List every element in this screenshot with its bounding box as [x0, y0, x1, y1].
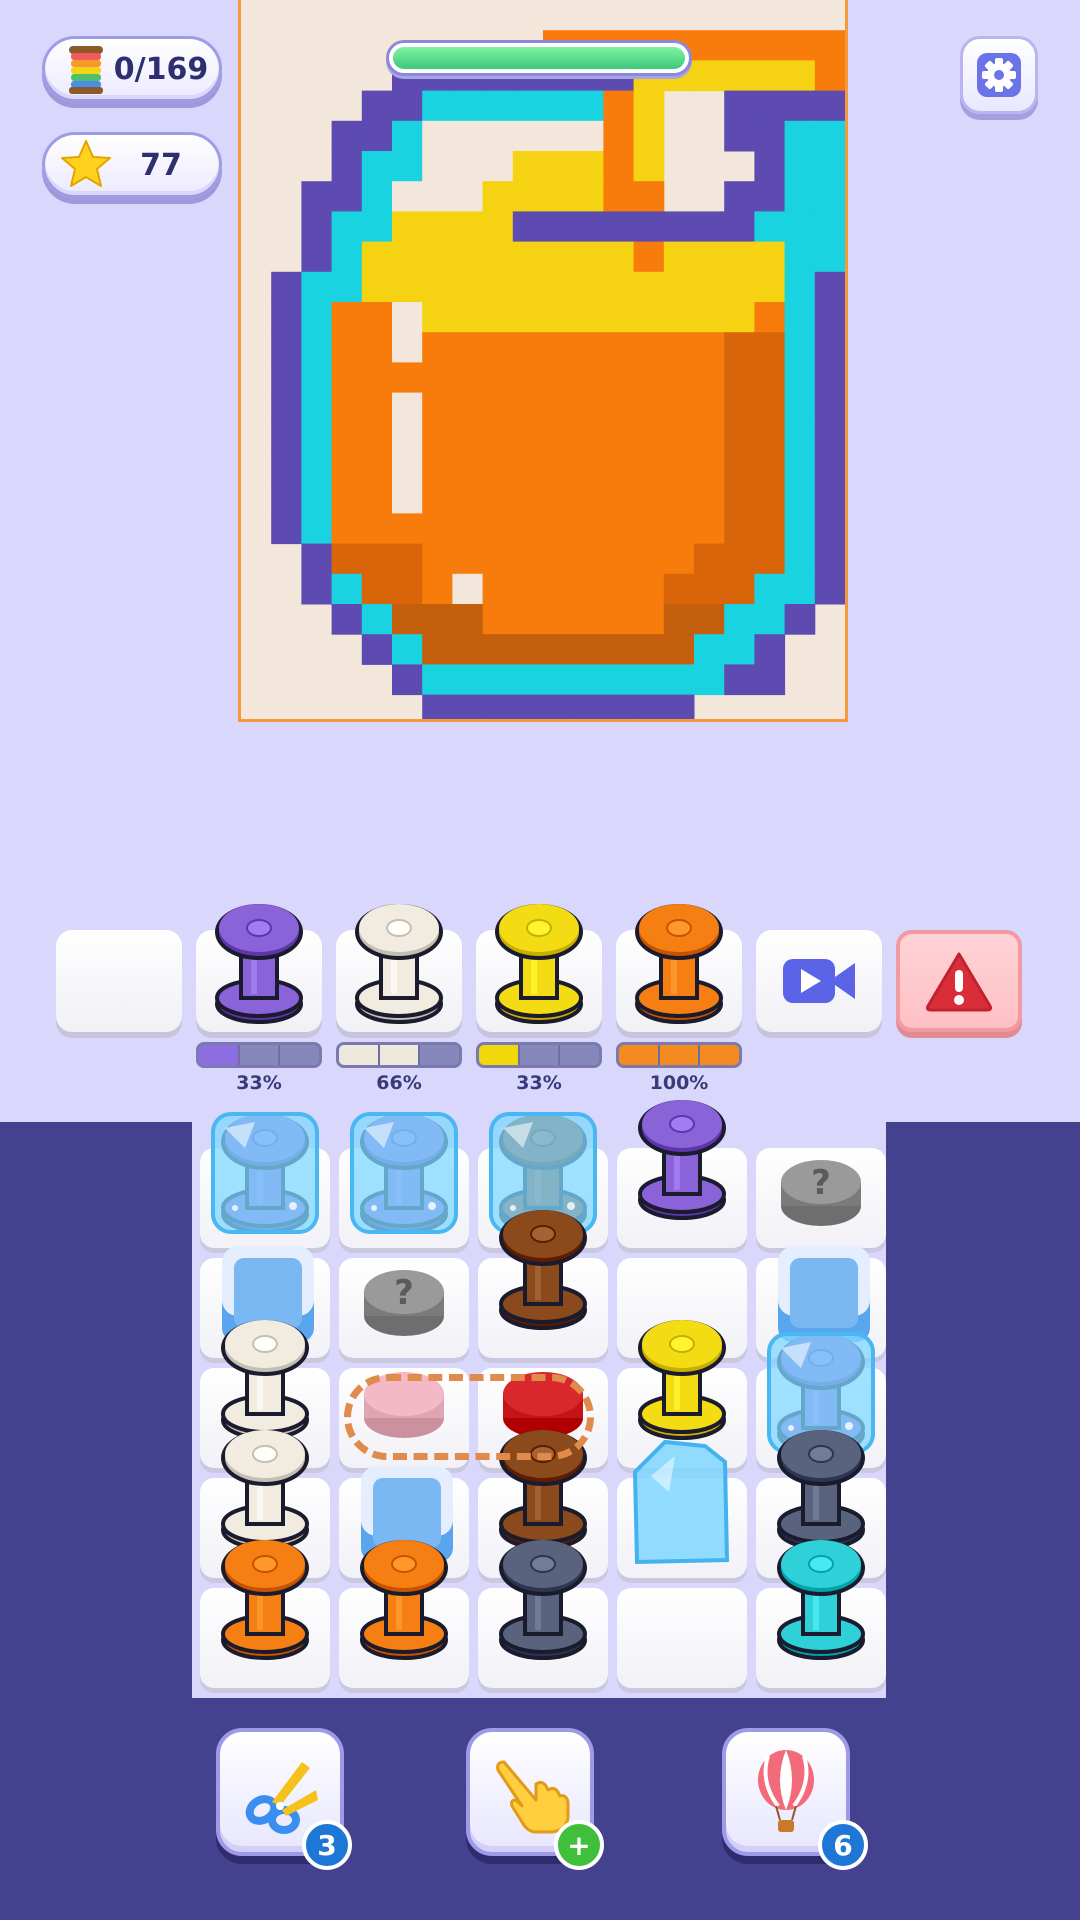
board-cell [617, 1588, 747, 1688]
mystery-spool-icon: ? [781, 1160, 861, 1226]
spool-icon [221, 1320, 309, 1440]
spool-fill-percent: 66% [376, 1072, 422, 1094]
picture-progress-fill [393, 47, 685, 69]
spool-fill-segment [520, 1045, 561, 1065]
hand-booster-button[interactable]: + [466, 1728, 604, 1870]
queue-spool[interactable] [351, 898, 447, 1031]
spool-icon [355, 904, 443, 1024]
spool-icon [777, 1430, 865, 1550]
spool-fill-segment [659, 1045, 701, 1065]
mystery-spool-icon: ? [364, 1270, 444, 1336]
spool-fill-segment [199, 1045, 240, 1065]
knit-picture-board [238, 0, 848, 722]
ice-shard[interactable] [625, 1432, 735, 1577]
spool-fill-bar [336, 1042, 462, 1068]
spool-icon [777, 1540, 865, 1660]
frozen-frozen-spool[interactable] [205, 1108, 325, 1238]
yellow-spool[interactable] [634, 1314, 730, 1447]
orange-spool[interactable] [217, 1534, 313, 1667]
balloon-count-badge: 6 [818, 1820, 868, 1870]
queue-spool[interactable] [491, 898, 587, 1031]
queue-slot-6[interactable] [756, 930, 882, 1032]
spool-fill-bar [196, 1042, 322, 1068]
spool-icon [635, 904, 723, 1024]
scissors-count-badge: 3 [302, 1820, 352, 1870]
spool-fill-segment [420, 1045, 459, 1065]
spool-icon [499, 1540, 587, 1660]
spool-fill-segment [700, 1045, 739, 1065]
scissors-booster-button[interactable]: 3 [216, 1728, 352, 1870]
slate-spool[interactable] [495, 1534, 591, 1667]
spool-counter: 0/169 [42, 36, 222, 102]
spool-icon [215, 904, 303, 1024]
spool-fill-segment [479, 1045, 520, 1065]
thread-spool-stack-icon [69, 46, 103, 94]
queue-slot-1 [56, 930, 182, 1032]
balloon-booster-button[interactable]: 6 [722, 1728, 868, 1870]
star-icon [61, 140, 111, 187]
orange-spool[interactable] [356, 1534, 452, 1667]
hand-add-badge[interactable]: + [554, 1820, 604, 1870]
svg-text:?: ? [811, 1163, 831, 1203]
spool-fill-percent: 100% [649, 1072, 709, 1094]
queue-slot-5[interactable] [616, 904, 742, 1032]
spool-fill-segment [280, 1045, 319, 1065]
spool-icon [495, 904, 583, 1024]
spool-icon [499, 1210, 587, 1330]
mystery-spool[interactable]: ? [778, 1152, 864, 1237]
queue-slot-4[interactable] [476, 904, 602, 1032]
ice-overlay-icon [211, 1112, 319, 1234]
hot-air-balloon-icon [758, 1750, 814, 1832]
balloon-count: 6 [833, 1828, 853, 1862]
purple-spool[interactable] [634, 1094, 730, 1227]
scissors-count: 3 [317, 1828, 337, 1862]
svg-text:?: ? [394, 1273, 414, 1313]
spool-fill-bar [616, 1042, 742, 1068]
knitted-pixel-orange-juice-icon [271, 30, 845, 719]
cyan-spool[interactable] [773, 1534, 869, 1667]
mystery-spool[interactable]: ? [361, 1262, 447, 1347]
hand-add-label: + [567, 1828, 591, 1862]
brown-spool[interactable] [495, 1204, 591, 1337]
spool-fill-percent: 33% [516, 1072, 562, 1094]
spool-fill-segment [339, 1045, 380, 1065]
spool-fill-segment [240, 1045, 281, 1065]
spool-fill-percent: 33% [236, 1072, 282, 1094]
ice-shard-icon [632, 1439, 730, 1565]
video-camera-icon [783, 959, 855, 1003]
rope-link [344, 1374, 594, 1460]
spool-icon [638, 1100, 726, 1220]
spool-board: ?? [192, 1100, 886, 1698]
star-counter: 77 [42, 132, 222, 198]
queue-slot-3[interactable] [336, 904, 462, 1032]
spool-icon [221, 1430, 309, 1550]
queue-spool[interactable] [211, 898, 307, 1031]
queue-spool[interactable] [631, 898, 727, 1031]
spool-icon [221, 1540, 309, 1660]
spool-icon [360, 1540, 448, 1660]
spool-fill-bar [476, 1042, 602, 1068]
spool-icon [638, 1320, 726, 1440]
gear-icon [977, 53, 1021, 97]
pixel-art-cells [271, 30, 845, 719]
spool-fill-segment [619, 1045, 660, 1065]
spool-fill-segment [379, 1045, 421, 1065]
queue-slot-7[interactable] [896, 930, 1022, 1032]
queue-slot-2[interactable] [196, 904, 322, 1032]
frozen-frozen-spool[interactable] [344, 1108, 464, 1238]
settings-button[interactable] [960, 36, 1038, 114]
spool-fill-segment [560, 1045, 599, 1065]
picture-progress-bar [386, 40, 692, 76]
star-count: 77 [140, 147, 182, 183]
warning-triangle-icon [925, 952, 993, 1012]
ice-overlay-icon [350, 1112, 458, 1234]
spool-count: 0/169 [113, 51, 209, 87]
